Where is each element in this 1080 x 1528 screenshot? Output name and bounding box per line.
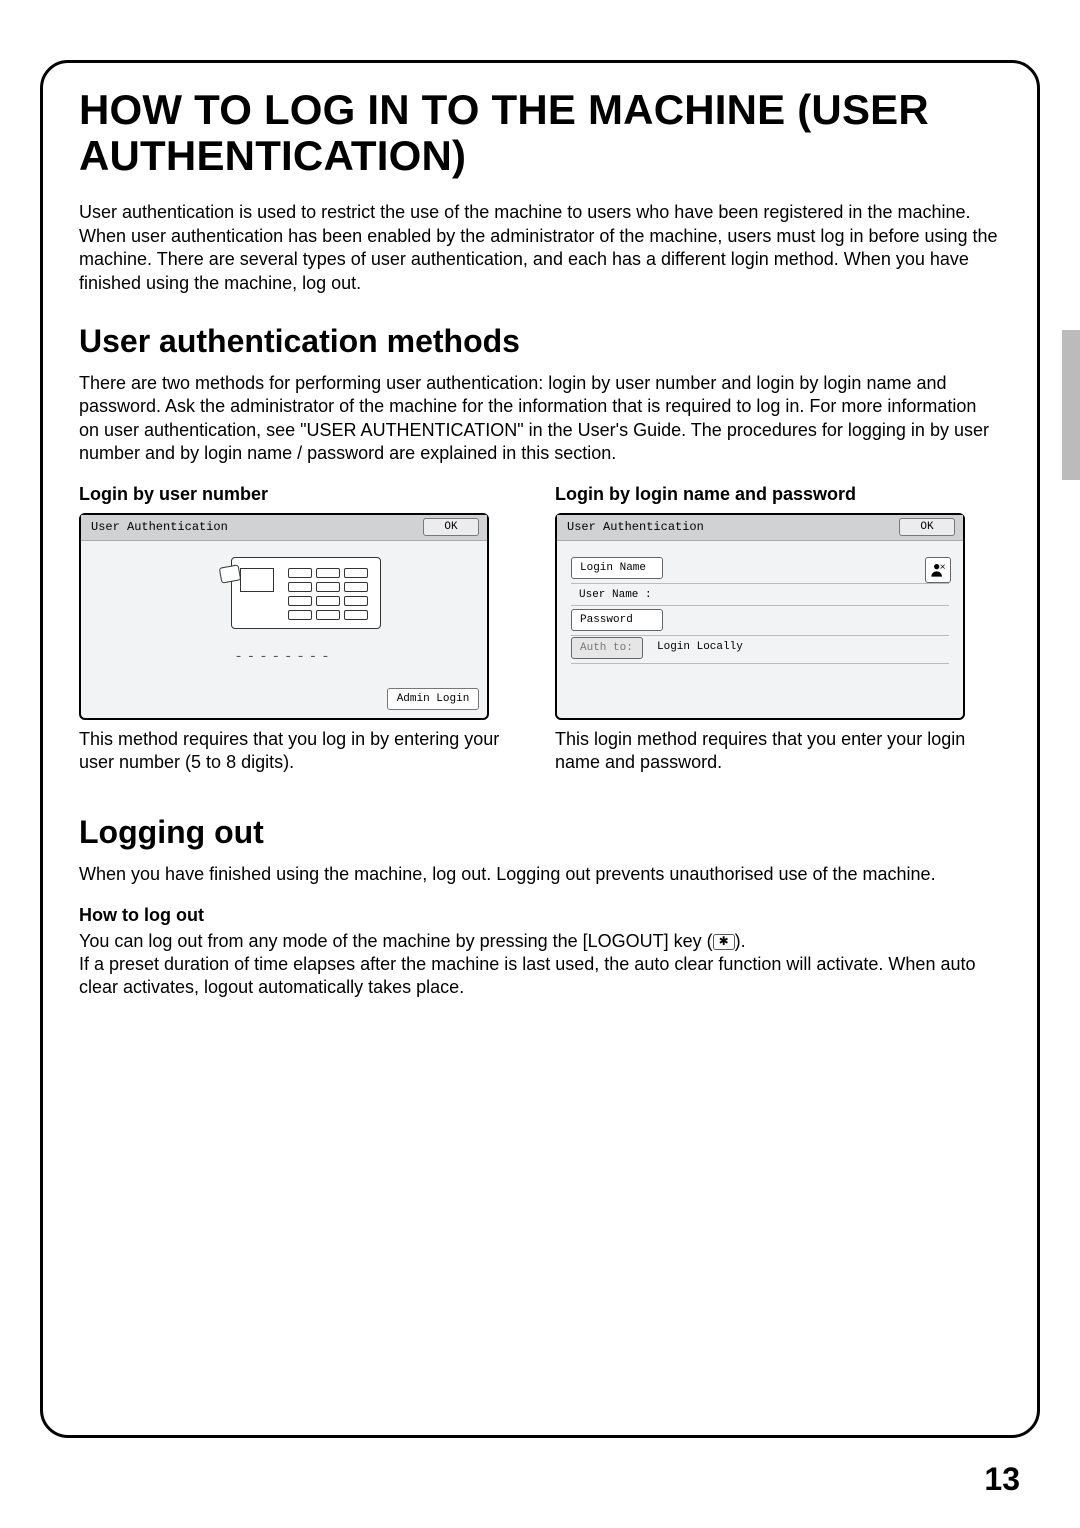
- user-icon: [930, 562, 946, 578]
- admin-login-button[interactable]: Admin Login: [387, 688, 479, 710]
- user-select-button[interactable]: [925, 557, 951, 583]
- how-to-log-out-subhead: How to log out: [79, 905, 1001, 926]
- methods-row: Login by user number User Authentication…: [79, 484, 1001, 775]
- panel-user-number: User Authentication OK --------: [79, 513, 489, 720]
- logout-key-icon: ✱: [713, 934, 735, 950]
- panel-login-name: User Authentication OK Login Name User N…: [555, 513, 965, 720]
- intro-paragraph: User authentication is used to restrict …: [79, 201, 1001, 295]
- logout-para-2: If a preset duration of time elapses aft…: [79, 954, 975, 997]
- page-number: 13: [984, 1461, 1020, 1498]
- keypad-illustration: [201, 549, 391, 639]
- method-login-name: Login by login name and password User Au…: [555, 484, 1001, 775]
- page-title: HOW TO LOG IN TO THE MACHINE (USER AUTHE…: [79, 87, 1001, 179]
- ok-button[interactable]: OK: [899, 518, 955, 536]
- user-name-label: User Name :: [579, 589, 652, 601]
- method-user-number: Login by user number User Authentication…: [79, 484, 525, 775]
- ok-button[interactable]: OK: [423, 518, 479, 536]
- user-number-placeholder: --------: [81, 649, 487, 665]
- logout-para-1a: You can log out from any mode of the mac…: [79, 931, 713, 951]
- section-logging-out-heading: Logging out: [79, 814, 1001, 851]
- login-name-button[interactable]: Login Name: [571, 557, 663, 579]
- section-auth-methods-heading: User authentication methods: [79, 323, 1001, 360]
- method-login-name-title: Login by login name and password: [555, 484, 1001, 505]
- page-frame: HOW TO LOG IN TO THE MACHINE (USER AUTHE…: [40, 60, 1040, 1438]
- panel-user-number-header-label: User Authentication: [91, 520, 228, 534]
- panel-user-number-header: User Authentication OK: [81, 515, 487, 541]
- method-user-number-caption: This method requires that you log in by …: [79, 728, 525, 775]
- auth-to-button[interactable]: Auth to:: [571, 637, 643, 659]
- auth-to-value: Login Locally: [657, 641, 743, 653]
- panel-login-name-header: User Authentication OK: [557, 515, 963, 541]
- logout-para-1b: ).: [735, 931, 746, 951]
- section-auth-methods-body: There are two methods for performing use…: [79, 372, 1001, 466]
- method-user-number-title: Login by user number: [79, 484, 525, 505]
- how-to-log-out-body: You can log out from any mode of the mac…: [79, 930, 1001, 1000]
- method-login-name-caption: This login method requires that you ente…: [555, 728, 1001, 775]
- section-logging-out-body: When you have finished using the machine…: [79, 863, 1001, 886]
- password-button[interactable]: Password: [571, 609, 663, 631]
- side-tab: [1062, 330, 1080, 480]
- panel-login-name-header-label: User Authentication: [567, 520, 704, 534]
